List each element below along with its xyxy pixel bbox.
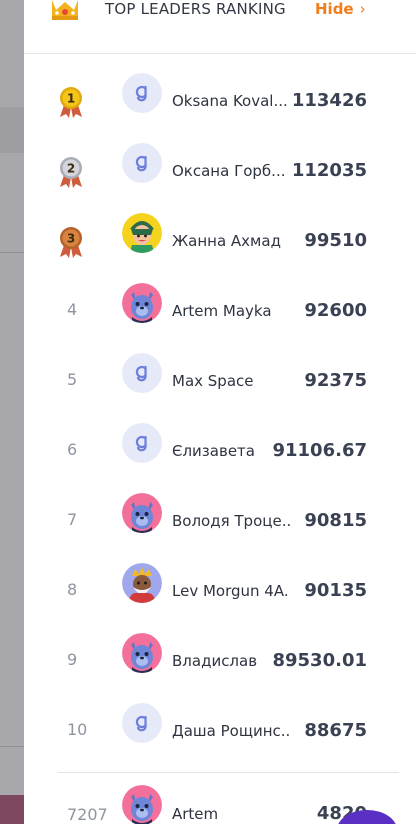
list-divider (58, 772, 399, 773)
leader-name: Artem Mayka (172, 302, 272, 320)
chevron-right-icon: › (359, 0, 366, 18)
avatar (122, 703, 162, 743)
panel-header: TOP LEADERS RANKING Hide › (24, 0, 416, 54)
leader-score: 91106.67 (272, 440, 367, 461)
background-divider (0, 746, 24, 747)
leader-name: Володя Троце... (172, 512, 290, 530)
avatar (122, 493, 162, 533)
svg-text:3: 3 (67, 232, 75, 246)
leader-row: 6 Єлизавета 91106.67 (24, 417, 416, 487)
leader-name: Даша Рощинс... (172, 722, 290, 740)
crown-icon (52, 0, 78, 20)
avatar (122, 563, 162, 603)
gold-medal-icon: 1 (58, 85, 84, 119)
leader-name: Оксана Горб... (172, 162, 286, 180)
avatar (122, 73, 162, 113)
leader-row: 5 Max Space 92375 (24, 347, 416, 417)
background-block (0, 107, 24, 153)
avatar (122, 353, 162, 393)
leader-row: 7 Володя Троце... 90815 (24, 487, 416, 557)
leader-row: 9 Владислав 89530.01 (24, 627, 416, 697)
leader-score: 88675 (304, 720, 367, 741)
leader-score: 112035 (291, 160, 367, 181)
avatar (122, 283, 162, 323)
avatar (122, 785, 162, 824)
hide-button-label: Hide (315, 0, 354, 18)
rank-number: 7207 (67, 805, 108, 824)
svg-text:1: 1 (67, 92, 75, 106)
leader-row: 8 Lev Morgun 4A... 90135 (24, 557, 416, 627)
rank-number: 8 (67, 580, 78, 599)
panel-title: TOP LEADERS RANKING (105, 0, 286, 18)
svg-text:2: 2 (67, 162, 75, 176)
rank-number: 5 (67, 370, 78, 389)
leader-name: Lev Morgun 4A... (172, 582, 290, 600)
avatar (122, 213, 162, 253)
rank-number: 9 (67, 650, 78, 669)
leader-score: 89530.01 (272, 650, 367, 671)
leader-row: 3 Жанна Ахмад 99510 (24, 207, 416, 277)
leader-score: 113426 (291, 90, 367, 111)
rank-number: 4 (67, 300, 78, 319)
avatar (122, 633, 162, 673)
background-block (0, 795, 24, 824)
leader-score: 92600 (304, 300, 367, 321)
bronze-medal-icon: 3 (58, 225, 84, 259)
leader-score: 90815 (304, 510, 367, 531)
leader-row: 1 Oksana Koval... 113426 (24, 67, 416, 137)
leader-row: 4 Artem Mayka 92600 (24, 277, 416, 347)
leader-score: 90135 (304, 580, 367, 601)
leader-score: 99510 (304, 230, 367, 251)
hide-button[interactable]: Hide › (315, 0, 366, 18)
rank-number: 6 (67, 440, 78, 459)
background-divider (0, 252, 24, 253)
leader-name: Жанна Ахмад (172, 232, 281, 250)
rank-number: 10 (67, 720, 88, 739)
leader-row: 10 Даша Рощинс... 88675 (24, 697, 416, 767)
leader-name: Max Space (172, 372, 254, 390)
silver-medal-icon: 2 (58, 155, 84, 189)
background-page-strip (0, 0, 24, 824)
avatar (122, 423, 162, 463)
avatar (122, 143, 162, 183)
leader-name: Oksana Koval... (172, 92, 288, 110)
rank-number: 7 (67, 510, 78, 529)
leader-row: 2 Оксана Горб... 112035 (24, 137, 416, 207)
leader-score: 92375 (304, 370, 367, 391)
current-user-name: Artem (172, 805, 219, 823)
leaders-panel: TOP LEADERS RANKING Hide › 1 Oksana Koval… (24, 0, 416, 824)
